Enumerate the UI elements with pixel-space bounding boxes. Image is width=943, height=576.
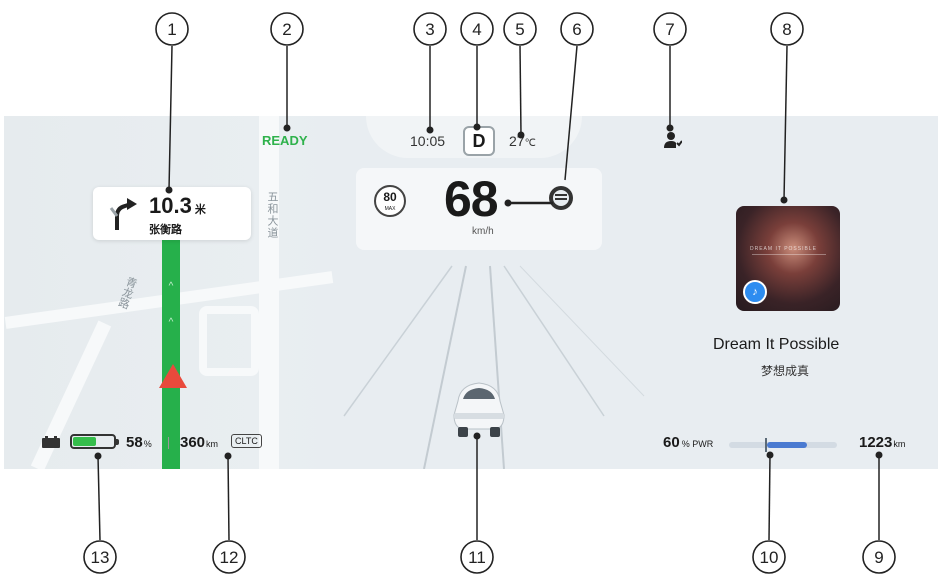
callout-number: 5 [515, 20, 524, 39]
clock: 10:05 [410, 133, 446, 149]
album-title-line [752, 254, 826, 255]
gear-indicator: D [463, 126, 495, 156]
power-gauge-fill [767, 442, 807, 448]
callout-number: 4 [472, 20, 481, 39]
speed-unit: km/h [472, 226, 494, 237]
callout-number: 3 [425, 20, 434, 39]
power-percentage: 60% PWR [663, 434, 714, 451]
odometer: 1223km [859, 434, 906, 451]
remaining-range: 360km [180, 434, 219, 451]
album-art[interactable]: DREAM IT POSSIBLE ♪ [736, 206, 840, 311]
speed-limit-sign: 80 MAX [374, 185, 406, 217]
callout-number: 1 [167, 20, 176, 39]
speedometer-value: 68 [444, 171, 499, 227]
range-standard-badge: CLTC [231, 434, 262, 448]
lane-line [343, 265, 453, 417]
battery-fill [73, 437, 97, 446]
callout-number: 10 [760, 548, 779, 567]
driver-profile-icon[interactable] [664, 131, 682, 149]
battery-percentage: 58% [126, 434, 152, 451]
power-gauge [729, 438, 837, 452]
callout-number: 12 [220, 548, 239, 567]
instrument-cluster: 五和大道 青龙路 ^ ^ 10.3 米 张衡路 READY 10:05 D 27… [4, 116, 938, 469]
divider [168, 437, 169, 449]
battery-gauge [70, 434, 116, 449]
battery-gauge-tip [116, 439, 119, 445]
callout-number: 9 [874, 548, 883, 567]
callout-number: 8 [782, 20, 791, 39]
outside-temperature: 27℃ [509, 133, 536, 149]
power-gauge-zero-mark [765, 438, 767, 452]
callout-number: 6 [572, 20, 581, 39]
lane-line [519, 265, 645, 397]
album-art-text: DREAM IT POSSIBLE [750, 246, 817, 252]
callout-number: 2 [282, 20, 291, 39]
callout-number: 7 [665, 20, 674, 39]
song-title: Dream It Possible [713, 336, 840, 353]
callout-number: 13 [91, 548, 110, 567]
ready-indicator: READY [262, 133, 308, 148]
ego-vehicle-icon [453, 382, 505, 437]
driving-assist-icon[interactable] [549, 186, 573, 210]
music-note-icon: ♪ [743, 280, 767, 304]
song-subtitle: 梦想成真 [761, 364, 810, 378]
battery-status-icon [42, 436, 60, 448]
lane-line [503, 265, 605, 417]
callout-number: 11 [468, 548, 486, 567]
